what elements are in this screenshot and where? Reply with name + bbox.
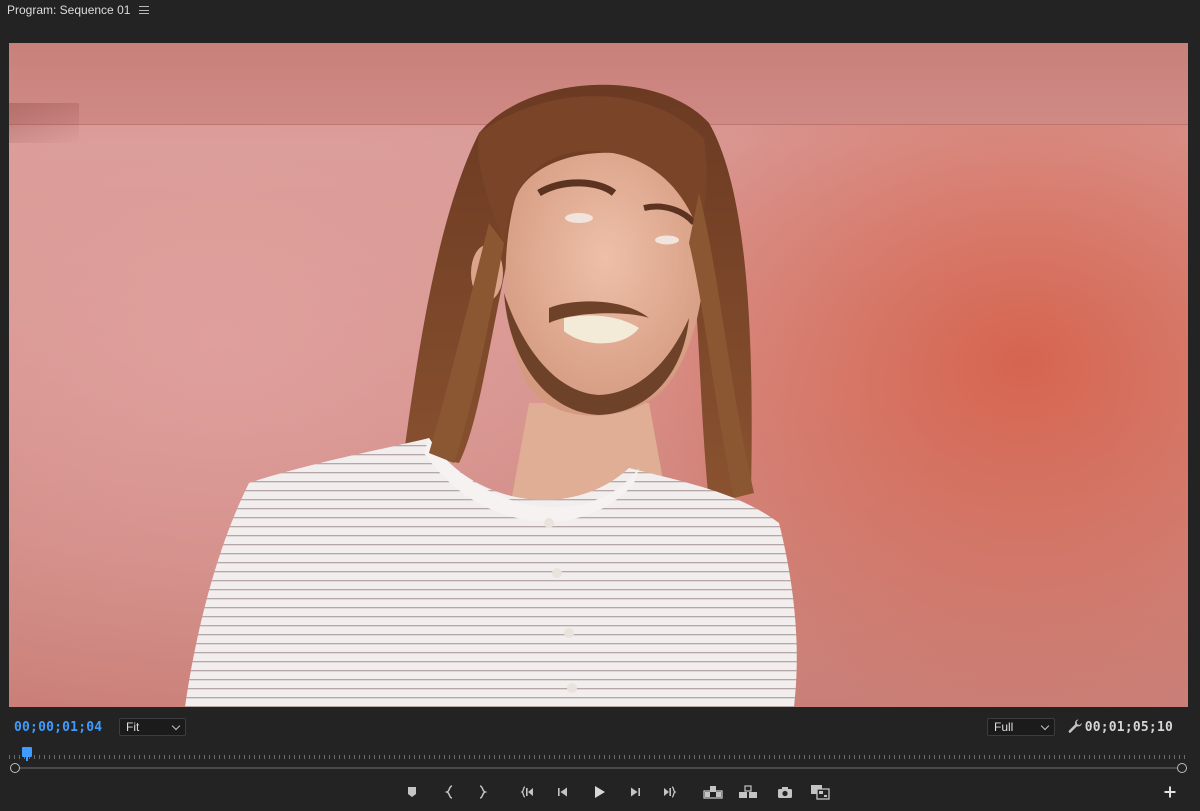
playback-resolution-select[interactable]: Full (987, 718, 1055, 736)
program-monitor-panel: Program: Sequence 01 00;00;01;04 Fit Ful… (0, 0, 1200, 811)
mark-out-icon (479, 785, 488, 799)
video-frame (9, 43, 1188, 707)
extract-button[interactable] (738, 783, 758, 801)
mark-in-icon (444, 785, 453, 799)
lift-button[interactable] (703, 783, 723, 801)
time-ruler[interactable] (9, 752, 1188, 762)
chevron-down-icon (171, 721, 181, 731)
go-to-in-icon (520, 786, 533, 798)
chevron-down-icon (1040, 721, 1050, 731)
step-back-button[interactable] (553, 783, 573, 801)
comparison-view-icon (811, 785, 830, 800)
playhead-handle[interactable] (22, 747, 32, 761)
export-frame-button[interactable] (775, 783, 795, 801)
zoom-handle-right[interactable] (1177, 763, 1187, 773)
add-button[interactable] (1160, 783, 1180, 801)
zoom-handle-left[interactable] (10, 763, 20, 773)
wrench-icon[interactable] (1067, 718, 1083, 734)
export-frame-icon (778, 786, 792, 798)
panel-title[interactable]: Program: Sequence 01 (7, 3, 130, 17)
add-marker-icon (408, 787, 416, 797)
play-button[interactable] (589, 783, 609, 801)
play-icon (595, 786, 605, 798)
video-subject-person (185, 84, 797, 707)
zoom-scroll-bar[interactable] (15, 767, 1183, 769)
zoom-level-value: Fit (126, 720, 140, 734)
zoom-level-select[interactable]: Fit (119, 718, 186, 736)
panel-header: Program: Sequence 01 (0, 0, 1200, 20)
lift-icon (703, 786, 723, 799)
add-marker-button[interactable] (402, 783, 422, 801)
step-forward-icon (631, 787, 640, 797)
extract-icon (739, 785, 757, 798)
panel-menu-icon[interactable] (139, 6, 150, 14)
go-to-out-button[interactable] (659, 783, 679, 801)
go-to-out-icon (664, 786, 677, 798)
mark-out-button[interactable] (472, 783, 492, 801)
current-timecode[interactable]: 00;00;01;04 (14, 720, 102, 735)
step-forward-button[interactable] (625, 783, 645, 801)
go-to-in-button[interactable] (518, 783, 538, 801)
comparison-view-button[interactable] (810, 783, 830, 801)
plus-icon (1164, 786, 1176, 798)
duration-timecode: 00;01;05;10 (1084, 720, 1173, 735)
program-viewer[interactable] (9, 43, 1188, 707)
playback-resolution-value: Full (994, 720, 1014, 734)
step-back-icon (558, 787, 567, 797)
mark-in-button[interactable] (440, 783, 460, 801)
